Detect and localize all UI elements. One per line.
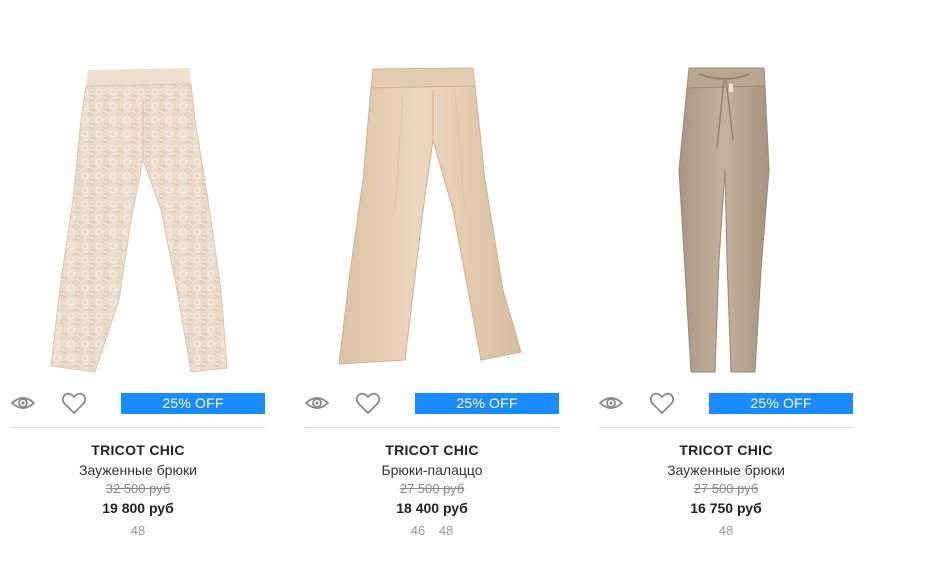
sale-price: 18 400 руб [396,500,468,516]
eye-icon[interactable] [11,392,35,414]
size-list: 46 48 [305,522,559,540]
product-card: 25% OFF TRICOT CHIC Зауженные брюки 32 5… [11,0,265,562]
size-list: 48 [11,522,265,540]
product-grid: 25% OFF TRICOT CHIC Зауженные брюки 32 5… [0,0,939,562]
old-price: 27 500 руб [693,481,759,496]
product-info: TRICOT CHIC Зауженные брюки 32 500 руб 1… [11,440,265,540]
brand-name[interactable]: TRICOT CHIC [305,440,559,460]
size-option[interactable]: 48 [131,522,145,540]
eye-icon[interactable] [599,392,623,414]
product-actions: 25% OFF [305,388,559,418]
sale-price: 19 800 руб [102,500,174,516]
product-image-tapered-pants[interactable] [599,60,853,380]
sale-price: 16 750 руб [690,500,762,516]
product-image-lace-pants[interactable] [11,60,265,380]
product-info: TRICOT CHIC Брюки-палаццо 27 500 руб 18 … [305,440,559,540]
divider [305,427,559,428]
divider [599,427,853,428]
brand-name[interactable]: TRICOT CHIC [599,440,853,460]
divider [11,427,265,428]
product-actions: 25% OFF [11,388,265,418]
product-card: 25% OFF TRICOT CHIC Брюки-палаццо 27 500… [305,0,559,562]
product-image-palazzo-pants[interactable] [305,60,559,380]
brand-name[interactable]: TRICOT CHIC [11,440,265,460]
old-price: 27 500 руб [399,481,465,496]
heart-icon[interactable] [355,390,381,416]
product-name[interactable]: Брюки-палаццо [305,460,559,480]
product-info: TRICOT CHIC Зауженные брюки 27 500 руб 1… [599,440,853,540]
heart-icon[interactable] [61,390,87,416]
discount-badge: 25% OFF [121,393,265,414]
product-actions: 25% OFF [599,388,853,418]
eye-icon[interactable] [305,392,329,414]
product-card: 25% OFF TRICOT CHIC Зауженные брюки 27 5… [599,0,853,562]
product-name[interactable]: Зауженные брюки [599,460,853,480]
size-option[interactable]: 48 [719,522,733,540]
size-option[interactable]: 46 [411,522,425,540]
discount-badge: 25% OFF [415,393,559,414]
discount-badge: 25% OFF [709,393,853,414]
old-price: 32 500 руб [105,481,171,496]
size-option[interactable]: 48 [439,522,453,540]
heart-icon[interactable] [649,390,675,416]
size-list: 48 [599,522,853,540]
product-name[interactable]: Зауженные брюки [11,460,265,480]
